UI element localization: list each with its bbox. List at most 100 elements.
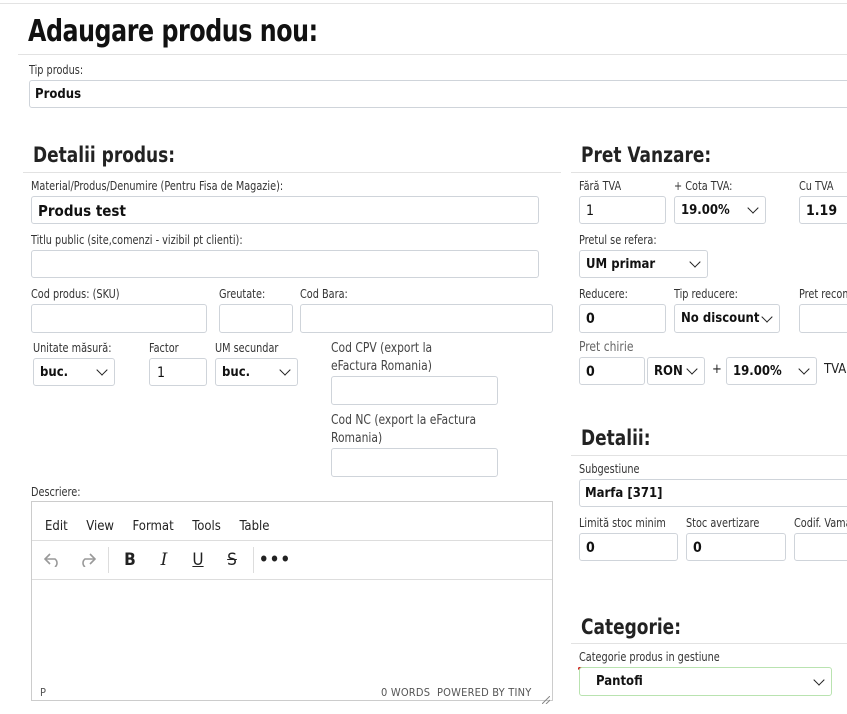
greutate-label: Greutate: (219, 287, 266, 301)
tva-label: TVA (824, 362, 847, 377)
detalii-produs-title: Detalii produs: (33, 143, 176, 167)
cota-tva-value: 19.00% (681, 202, 730, 218)
um-secundar-select[interactable]: buc. (215, 358, 298, 386)
tip-produs-field[interactable]: Produs (29, 80, 847, 108)
detalii-produs-divider (23, 172, 561, 173)
editor-status-path: P (40, 686, 46, 699)
chevron-down-icon (813, 673, 825, 686)
categorie-title: Categorie: (581, 615, 682, 639)
unitate-select[interactable]: buc. (33, 358, 115, 386)
tip-reducere-label: Tip reducere: (674, 287, 738, 301)
subgestiune-select[interactable]: Marfa [371] (579, 479, 847, 507)
cota-tva-label: + Cota TVA: (674, 179, 733, 193)
chevron-down-icon (96, 364, 108, 376)
codif-vama-input[interactable] (794, 533, 847, 561)
chevron-down-icon (689, 256, 701, 268)
fara-tva-input[interactable]: 1 (579, 196, 666, 224)
redo-icon[interactable] (71, 541, 103, 579)
material-value: Produs test (38, 202, 126, 220)
pret-refera-value: UM primar (586, 256, 656, 272)
greutate-input[interactable] (219, 304, 293, 333)
toolbar-separator (108, 547, 109, 573)
strikethrough-icon[interactable]: S (216, 541, 248, 579)
menu-view[interactable]: View (86, 519, 114, 534)
cod-cpv-label: Cod CPV (export la eFactura Romania) (331, 340, 432, 376)
tip-produs-value: Produs (35, 87, 82, 102)
chevron-down-icon (686, 363, 698, 375)
editor-content-area[interactable] (32, 580, 552, 682)
italic-icon[interactable]: I (148, 541, 180, 579)
chirie-tva-value: 19.00% (733, 363, 782, 379)
cu-tva-input[interactable]: 1.19 (799, 196, 847, 224)
editor-word-count: 0 WORDS (381, 686, 431, 699)
categorie-value: Pantofi (596, 674, 643, 689)
pret-refera-select[interactable]: UM primar (579, 250, 708, 278)
pret-chirie-value: 0 (586, 364, 595, 380)
cu-tva-label: Cu TVA (799, 179, 834, 193)
cod-cpv-label-line1: Cod CPV (export la (331, 341, 433, 356)
factor-value: 1 (157, 365, 166, 381)
cod-bara-input[interactable] (300, 304, 553, 333)
factor-input[interactable]: 1 (149, 358, 207, 386)
um-secundar-value: buc. (222, 364, 251, 380)
underline-icon[interactable]: U (182, 541, 214, 579)
menu-tools[interactable]: Tools (192, 519, 221, 534)
chevron-down-icon (761, 310, 773, 323)
moneda-value: RON (654, 363, 683, 379)
undo-icon[interactable] (37, 541, 69, 579)
pret-refera-label: Pretul se refera: (579, 233, 657, 247)
subgestiune-value: Marfa [371] (585, 486, 663, 501)
detalii-divider (571, 455, 847, 456)
material-input[interactable]: Produs test (31, 196, 539, 224)
stoc-avertizare-input[interactable]: 0 (686, 533, 786, 561)
plus-sign: + (712, 362, 722, 377)
cod-produs-input[interactable] (31, 304, 207, 333)
resize-handle-icon[interactable] (541, 689, 551, 708)
categorie-select[interactable]: Pantofi (579, 667, 832, 696)
categorie-label: Categorie produs in gestiune (579, 650, 720, 664)
cod-nc-label: Cod NC (export la eFactura Romania) (331, 412, 476, 448)
cod-nc-label-line1: Cod NC (export la eFactura (331, 413, 477, 428)
stoc-avertizare-value: 0 (693, 540, 702, 556)
cod-nc-input[interactable] (331, 448, 498, 477)
limita-stoc-label: Limită stoc minim (579, 516, 666, 530)
reducere-value: 0 (586, 311, 595, 327)
subgestiune-label: Subgestiune (579, 462, 640, 476)
menu-edit[interactable]: Edit (45, 519, 68, 534)
codif-vama-label: Codif. Vama (794, 516, 847, 530)
cod-nc-label-line2: Romania) (331, 431, 383, 446)
pret-chirie-label: Pret chirie (579, 340, 634, 355)
unitate-label: Unitate măsură: (33, 341, 112, 355)
menu-format[interactable]: Format (133, 519, 174, 534)
chirie-tva-select[interactable]: 19.00% (726, 357, 817, 385)
top-border (0, 3, 847, 4)
cu-tva-value: 1.19 (806, 203, 838, 219)
pret-recom-label: Pret recom (799, 287, 847, 301)
moneda-select[interactable]: RON (647, 357, 705, 385)
toolbar-separator (253, 547, 254, 573)
more-icon[interactable]: ••• (259, 541, 291, 579)
menu-table[interactable]: Table (239, 519, 269, 534)
editor-powered-by[interactable]: POWERED BY TINY (437, 686, 531, 699)
cod-produs-label: Cod produs: (SKU) (31, 287, 120, 301)
cod-cpv-input[interactable] (331, 376, 498, 405)
pret-chirie-input[interactable]: 0 (579, 357, 645, 385)
cod-bara-label: Cod Bara: (300, 287, 348, 301)
bold-icon[interactable]: B (114, 541, 146, 579)
description-editor[interactable]: Edit View Format Tools Table B I U S •••… (31, 501, 553, 705)
chevron-down-icon (747, 202, 759, 214)
reducere-input[interactable]: 0 (579, 304, 666, 333)
limita-stoc-value: 0 (586, 540, 595, 556)
pret-vanzare-divider (571, 172, 847, 173)
pret-recom-input[interactable] (799, 304, 847, 333)
title-divider (18, 54, 847, 55)
tip-reducere-select[interactable]: No discount (674, 304, 780, 333)
material-label: Material/Produs/Denumire (Pentru Fisa de… (31, 179, 284, 193)
titlu-public-input[interactable] (31, 250, 539, 278)
tip-produs-label: Tip produs: (29, 63, 84, 77)
chevron-down-icon (798, 363, 810, 375)
limita-stoc-input[interactable]: 0 (579, 533, 678, 561)
cota-tva-select[interactable]: 19.00% (674, 196, 766, 224)
cod-cpv-label-line2: eFactura Romania) (331, 359, 432, 374)
pret-vanzare-title: Pret Vanzare: (581, 143, 712, 167)
